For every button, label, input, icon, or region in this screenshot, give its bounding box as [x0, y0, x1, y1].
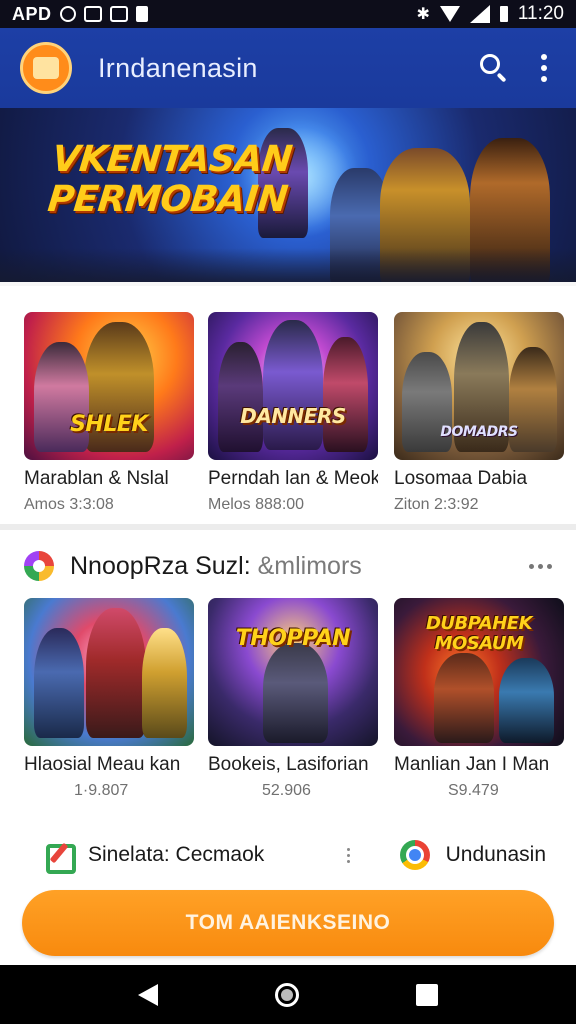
promo-label: Undunasin: [445, 843, 546, 866]
game-thumbnail: DOMADRS: [394, 312, 564, 460]
game-art-title: THOPPAN: [235, 626, 351, 651]
dot: [541, 54, 547, 60]
game-thumbnail: SHLEK: [24, 312, 194, 460]
notification-icon: [59, 6, 76, 22]
more-vert-icon[interactable]: [532, 48, 556, 88]
game-meta: 52.906: [262, 782, 311, 799]
game-art-title: SHLEK: [70, 412, 148, 437]
game-meta: S9.479: [448, 782, 499, 799]
game-title: Marablan & Nslal: [24, 468, 169, 489]
banner-title-line2: PERMOBAIN: [45, 179, 290, 220]
dot: [538, 563, 543, 569]
game-thumbnail: THOPPAN: [208, 598, 378, 746]
search-button[interactable]: [474, 48, 514, 88]
game-character: [263, 320, 323, 450]
dot: [529, 563, 534, 569]
shield-logo-icon[interactable]: [20, 42, 72, 94]
flag-icon: [135, 6, 148, 22]
app-screen: APD ✱ 11:20 Irndanenasin VKENTASAN PERMO…: [0, 0, 576, 1024]
game-art-title: DOMADRS: [440, 424, 518, 440]
game-thumbnail: DUBPAHEK MOSAUM: [394, 598, 564, 746]
games-category-icon: [24, 551, 54, 581]
more-horiz-icon[interactable]: [529, 563, 552, 569]
game-character: [323, 337, 368, 452]
hero-banner[interactable]: VKENTASAN PERMOBAIN: [0, 108, 576, 282]
game-character: [142, 628, 187, 738]
game-meta: 1·9.807: [74, 782, 129, 799]
wifi-icon: [439, 6, 460, 22]
game-character: [86, 608, 146, 738]
promo-item[interactable]: Undunasin: [399, 840, 546, 870]
game-card[interactable]: DANNERS Perndah lan & Meok Melos 888:00: [208, 312, 378, 514]
game-thumbnail: [24, 598, 194, 746]
game-meta: Amos 3:3:08: [24, 496, 114, 513]
game-meta: Melos 888:00: [208, 496, 305, 513]
home-icon[interactable]: [274, 982, 299, 1007]
game-title: Hlaosial Meau kan: [24, 754, 181, 775]
status-bar: APD ✱ 11:20: [0, 0, 576, 28]
chrome-icon: [399, 840, 430, 870]
cta-button[interactable]: TOM AAIENKSEINO: [22, 890, 554, 956]
promo-label: Sinelata: Cecmaok: [88, 843, 265, 866]
search-icon-handle: [496, 72, 507, 83]
dot: [346, 859, 350, 863]
carrier-label: APD: [12, 3, 52, 24]
mail-icon: [109, 6, 128, 22]
dot: [346, 853, 350, 857]
game-meta: Ziton 2:3:92: [394, 496, 479, 513]
recents-icon[interactable]: [415, 983, 438, 1006]
battery-icon: [499, 6, 508, 22]
bluetooth-icon: ✱: [416, 6, 430, 23]
cta-container: TOM AAIENKSEINO: [0, 875, 576, 965]
game-character: [218, 342, 263, 452]
system-nav-bar: [0, 965, 576, 1024]
logo-emblem: [33, 57, 59, 79]
play-games-icon: [44, 840, 76, 874]
section-title-muted: &mlimors: [257, 551, 362, 580]
banner-ground: [0, 248, 576, 282]
game-title: Bookeis, Lasiforian: [208, 754, 369, 775]
featured-games-section: SHLEK Marablan & Nslal Amos 3:3:08 DANNE…: [0, 286, 576, 524]
section-header: NnoopRza Suzl: &mlimors: [24, 550, 552, 582]
game-character: [263, 643, 328, 743]
promo-item[interactable]: Sinelata: Cecmaok: [44, 840, 265, 874]
game-card[interactable]: THOPPAN Bookeis, Lasiforian 52.906: [208, 598, 378, 800]
game-card[interactable]: DOMADRS Losomaa Dabia Ziton 2:3:92: [394, 312, 564, 514]
section-title: NnoopRza Suzl: &mlimors: [70, 552, 529, 581]
game-card[interactable]: DUBPAHEK MOSAUM Manlian Jan I Man S9.479: [394, 598, 564, 800]
game-art-title: DANNERS: [240, 404, 346, 428]
search-icon: [480, 54, 500, 74]
back-icon[interactable]: [138, 983, 159, 1006]
game-title: Losomaa Dabia: [394, 468, 528, 489]
game-title: Perndah lan & Meok: [208, 468, 378, 489]
promo-row: Sinelata: Cecmaok Undunasin: [0, 835, 576, 875]
game-character: [434, 653, 494, 743]
banner-title: VKENTASAN PERMOBAIN: [45, 139, 294, 220]
status-right: ✱ 11:20: [416, 3, 564, 25]
app-bar: Irndanenasin: [0, 28, 576, 108]
game-character: [34, 628, 84, 738]
game-art-title: DUBPAHEK MOSAUM: [425, 613, 533, 654]
status-left: APD: [12, 4, 416, 25]
status-time: 11:20: [517, 3, 564, 24]
signal-icon: [469, 5, 490, 23]
game-thumbnail: DANNERS: [208, 312, 378, 460]
section-title-main: NnoopRza Suzl:: [70, 551, 251, 580]
dot: [541, 65, 547, 71]
category-section: NnoopRza Suzl: &mlimors Hlaosial Meau ka…: [0, 530, 576, 875]
game-card[interactable]: Hlaosial Meau kan 1·9.807: [24, 598, 194, 800]
dot: [547, 563, 552, 569]
dot: [346, 847, 350, 851]
game-character: [499, 658, 554, 743]
game-card[interactable]: SHLEK Marablan & Nslal Amos 3:3:08: [24, 312, 194, 514]
more-vert-icon[interactable]: [346, 847, 350, 863]
banner-title-line1: VKENTASAN: [50, 139, 294, 180]
app-title: Irndanenasin: [98, 52, 258, 83]
game-title: Manlian Jan I Man: [394, 754, 550, 775]
media-icon: [83, 6, 102, 22]
dot: [541, 76, 547, 82]
